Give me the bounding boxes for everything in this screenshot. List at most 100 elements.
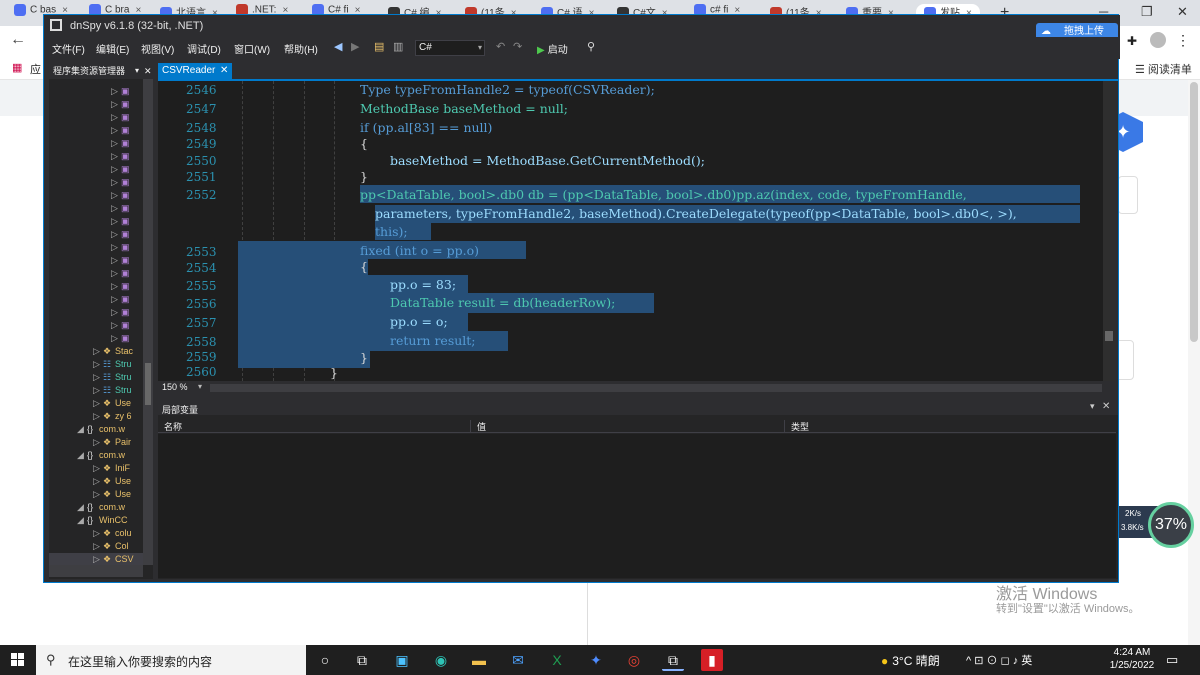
tree-item[interactable]: ◢{} com.w xyxy=(77,449,143,462)
zoom-level[interactable]: 150 % xyxy=(162,382,188,392)
tree-item[interactable]: ▷ ▣ xyxy=(111,280,143,293)
chrome-icon[interactable]: ◎ xyxy=(623,649,645,671)
nav-forward-icon[interactable]: ▶ xyxy=(351,40,359,53)
dnspy-taskbar-icon[interactable]: ⧉ xyxy=(662,649,684,671)
close-button[interactable]: ✕ xyxy=(1177,4,1188,20)
windows-start-icon[interactable] xyxy=(11,653,25,667)
tree-item[interactable]: ▷ ▣ xyxy=(111,241,143,254)
more-menu-icon[interactable]: ⋮ xyxy=(1176,32,1190,49)
expand-arrow-icon[interactable]: ▷ xyxy=(111,137,121,150)
tree-item[interactable]: ▷ ▣ xyxy=(111,332,143,345)
close-icon[interactable]: ✕ xyxy=(220,63,228,79)
back-arrow-icon[interactable]: ← xyxy=(10,31,26,49)
weather-widget[interactable]: ● 3°C 晴朗 xyxy=(881,652,940,669)
tree-item[interactable]: ▷ ❖ Stac xyxy=(93,345,143,358)
page-scrollbar-thumb[interactable] xyxy=(1190,82,1198,342)
clock-time[interactable]: 4:24 AM xyxy=(1107,647,1157,658)
tree-item[interactable]: ▷ ▣ xyxy=(111,124,143,137)
tab-csvreader[interactable]: CSVReader ✕ xyxy=(158,63,232,79)
tree-item[interactable]: ▷ ❖ IniF xyxy=(93,462,143,475)
expand-arrow-icon[interactable]: ▷ xyxy=(93,410,103,423)
red-app-icon[interactable]: ▮ xyxy=(701,649,723,671)
expand-arrow-icon[interactable]: ▷ xyxy=(93,436,103,449)
nav-back-icon[interactable]: ◀ xyxy=(334,40,342,53)
expand-arrow-icon[interactable]: ▷ xyxy=(111,254,121,267)
column-type[interactable]: 类型 xyxy=(784,420,940,433)
menu-file[interactable]: 文件(F) xyxy=(52,41,85,56)
expand-arrow-icon[interactable]: ▷ xyxy=(111,111,121,124)
open-list-icon[interactable]: ▥ xyxy=(393,40,403,53)
expand-arrow-icon[interactable]: ▷ xyxy=(111,306,121,319)
expand-arrow-icon[interactable]: ▷ xyxy=(111,202,121,215)
tree-item[interactable]: ▷ ☷ Stru xyxy=(93,384,143,397)
dropdown-icon[interactable]: ▾ xyxy=(135,63,139,79)
explorer-scrollbar[interactable] xyxy=(143,79,153,565)
tree-item[interactable]: ▷ ▣ xyxy=(111,137,143,150)
expand-arrow-icon[interactable]: ▷ xyxy=(111,241,121,254)
expand-arrow-icon[interactable]: ▷ xyxy=(111,215,121,228)
start-debug-button[interactable]: ▶ 启动 xyxy=(537,41,568,56)
tree-item[interactable]: ▷ ☷ Stru xyxy=(93,371,143,384)
expand-arrow-icon[interactable]: ▷ xyxy=(111,163,121,176)
expand-arrow-icon[interactable]: ▷ xyxy=(111,267,121,280)
expand-arrow-icon[interactable]: ▷ xyxy=(93,384,103,397)
redo-icon[interactable]: ↷ xyxy=(513,40,522,53)
tree-item[interactable]: ▷ ❖ Use xyxy=(93,475,143,488)
clock-date[interactable]: 1/25/2022 xyxy=(1104,660,1160,671)
tree-item[interactable]: ▷ ❖ zy 6 xyxy=(93,410,143,423)
explorer-scrollbar-thumb[interactable] xyxy=(145,363,151,405)
close-icon[interactable]: ✕ xyxy=(144,63,152,79)
search-icon[interactable]: ⚲ xyxy=(587,40,595,53)
tree-item[interactable]: ◢{} com.w xyxy=(77,423,143,436)
tree-item[interactable]: ▷ ▣ xyxy=(111,111,143,124)
apps-grid-icon[interactable]: ▦ xyxy=(12,61,22,74)
expand-arrow-icon[interactable]: ▷ xyxy=(111,124,121,137)
tree-item[interactable]: ▷ ▣ xyxy=(111,306,143,319)
reading-list-link[interactable]: ☰ 阅读清单 xyxy=(1135,61,1192,77)
tree-item[interactable]: ▷ ▣ xyxy=(111,202,143,215)
tree-item[interactable]: ▷ ❖ Use xyxy=(93,397,143,410)
apps-label[interactable]: 应 xyxy=(30,61,41,77)
expand-arrow-icon[interactable]: ◢ xyxy=(77,501,87,514)
restore-button[interactable]: ❐ xyxy=(1141,4,1153,20)
tree-item[interactable]: ▷ ☷ Stru xyxy=(93,358,143,371)
expand-arrow-icon[interactable]: ▷ xyxy=(111,98,121,111)
cortana-icon[interactable]: ○ xyxy=(314,649,336,671)
excel-icon[interactable]: X xyxy=(546,649,568,671)
tree-item[interactable]: ▷ ❖ Use xyxy=(93,488,143,501)
tree-item[interactable]: ▷ ▣ xyxy=(111,150,143,163)
menu-edit[interactable]: 编辑(E) xyxy=(96,41,129,56)
menu-window[interactable]: 窗口(W) xyxy=(234,41,270,56)
bird-app-icon[interactable]: ✦ xyxy=(585,649,607,671)
expand-arrow-icon[interactable]: ▷ xyxy=(93,345,103,358)
notification-icon[interactable]: ▭ xyxy=(1166,652,1178,668)
tree-item[interactable]: ▷ ❖ Pair xyxy=(93,436,143,449)
expand-arrow-icon[interactable]: ◢ xyxy=(77,449,87,462)
edge-icon[interactable]: ◉ xyxy=(430,649,452,671)
expand-arrow-icon[interactable]: ▷ xyxy=(111,85,121,98)
expand-arrow-icon[interactable]: ▷ xyxy=(93,488,103,501)
expand-arrow-icon[interactable]: ▷ xyxy=(93,371,103,384)
tree-item[interactable]: ▷ ▣ xyxy=(111,85,143,98)
expand-arrow-icon[interactable]: ▷ xyxy=(111,293,121,306)
open-folder-icon[interactable]: ▤ xyxy=(374,40,384,53)
expand-arrow-icon[interactable]: ▷ xyxy=(93,540,103,553)
task-view-icon[interactable]: ⧉ xyxy=(351,649,373,671)
tree-item[interactable]: ▷ ❖ Col xyxy=(93,540,143,553)
taskbar-search-box[interactable]: ⚲ 在这里输入你要搜索的内容 xyxy=(36,645,306,675)
tree-item[interactable]: ▷ ▣ xyxy=(111,163,143,176)
file-explorer-icon[interactable]: ▬ xyxy=(468,649,490,671)
tree-item[interactable]: ◢{} WinCC xyxy=(77,514,143,527)
tree-item[interactable]: ▷ ▣ xyxy=(111,98,143,111)
tree-item[interactable]: ▷ ❖ colu xyxy=(93,527,143,540)
tree-item[interactable]: ▷ ▣ xyxy=(111,215,143,228)
expand-arrow-icon[interactable]: ▷ xyxy=(93,462,103,475)
editor-scrollbar-thumb[interactable] xyxy=(1105,331,1113,341)
expand-arrow-icon[interactable]: ▷ xyxy=(111,189,121,202)
expand-arrow-icon[interactable]: ▷ xyxy=(111,176,121,189)
menu-help[interactable]: 帮助(H) xyxy=(284,41,318,56)
tree-item[interactable]: ▷ ▣ xyxy=(111,319,143,332)
expand-arrow-icon[interactable]: ◢ xyxy=(77,423,87,436)
close-icon[interactable]: ✕ xyxy=(1102,401,1110,412)
expand-arrow-icon[interactable]: ▷ xyxy=(111,319,121,332)
